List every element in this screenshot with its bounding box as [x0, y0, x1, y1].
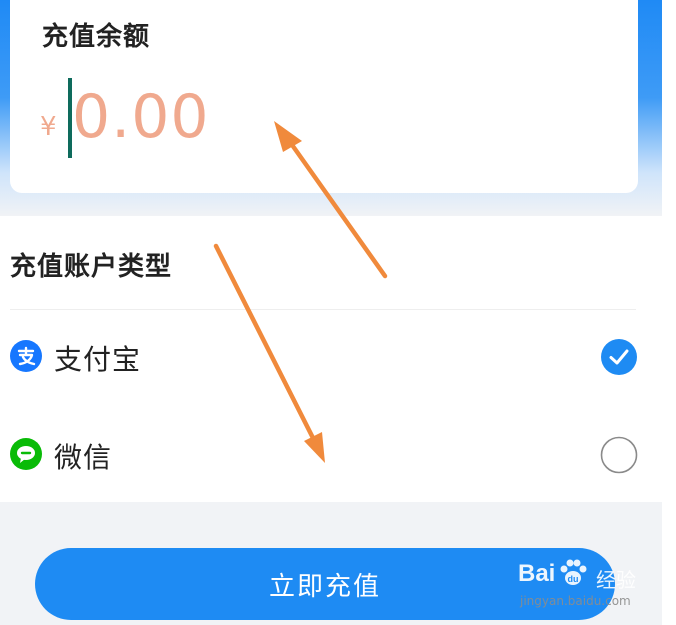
alipay-icon — [10, 340, 42, 372]
wechat-icon — [10, 438, 42, 470]
payment-option-wechat[interactable]: 微信 — [0, 416, 662, 496]
account-type-title: 充值账户类型 — [10, 252, 173, 282]
divider — [10, 309, 636, 310]
wechat-label: 微信 — [54, 441, 113, 474]
page-edge — [662, 0, 676, 625]
payment-option-alipay[interactable]: 支付宝 — [0, 318, 662, 398]
wechat-radio-unchecked[interactable] — [600, 436, 638, 474]
recharge-now-button[interactable]: 立即充值 — [35, 548, 615, 620]
balance-title: 充值余额 — [42, 22, 151, 52]
account-type-section: 充值账户类型 支付宝 微信 — [0, 216, 662, 502]
amount-input[interactable]: 0.00 — [72, 82, 210, 152]
balance-card: 充值余额 ¥ 0.00 — [10, 0, 638, 193]
alipay-radio-checked[interactable] — [600, 338, 638, 376]
currency-symbol: ¥ — [40, 112, 57, 142]
alipay-label: 支付宝 — [54, 343, 142, 376]
recharge-page: 充值余额 ¥ 0.00 充值账户类型 支付宝 微信 立即充值 Bai du 经验… — [0, 0, 676, 625]
